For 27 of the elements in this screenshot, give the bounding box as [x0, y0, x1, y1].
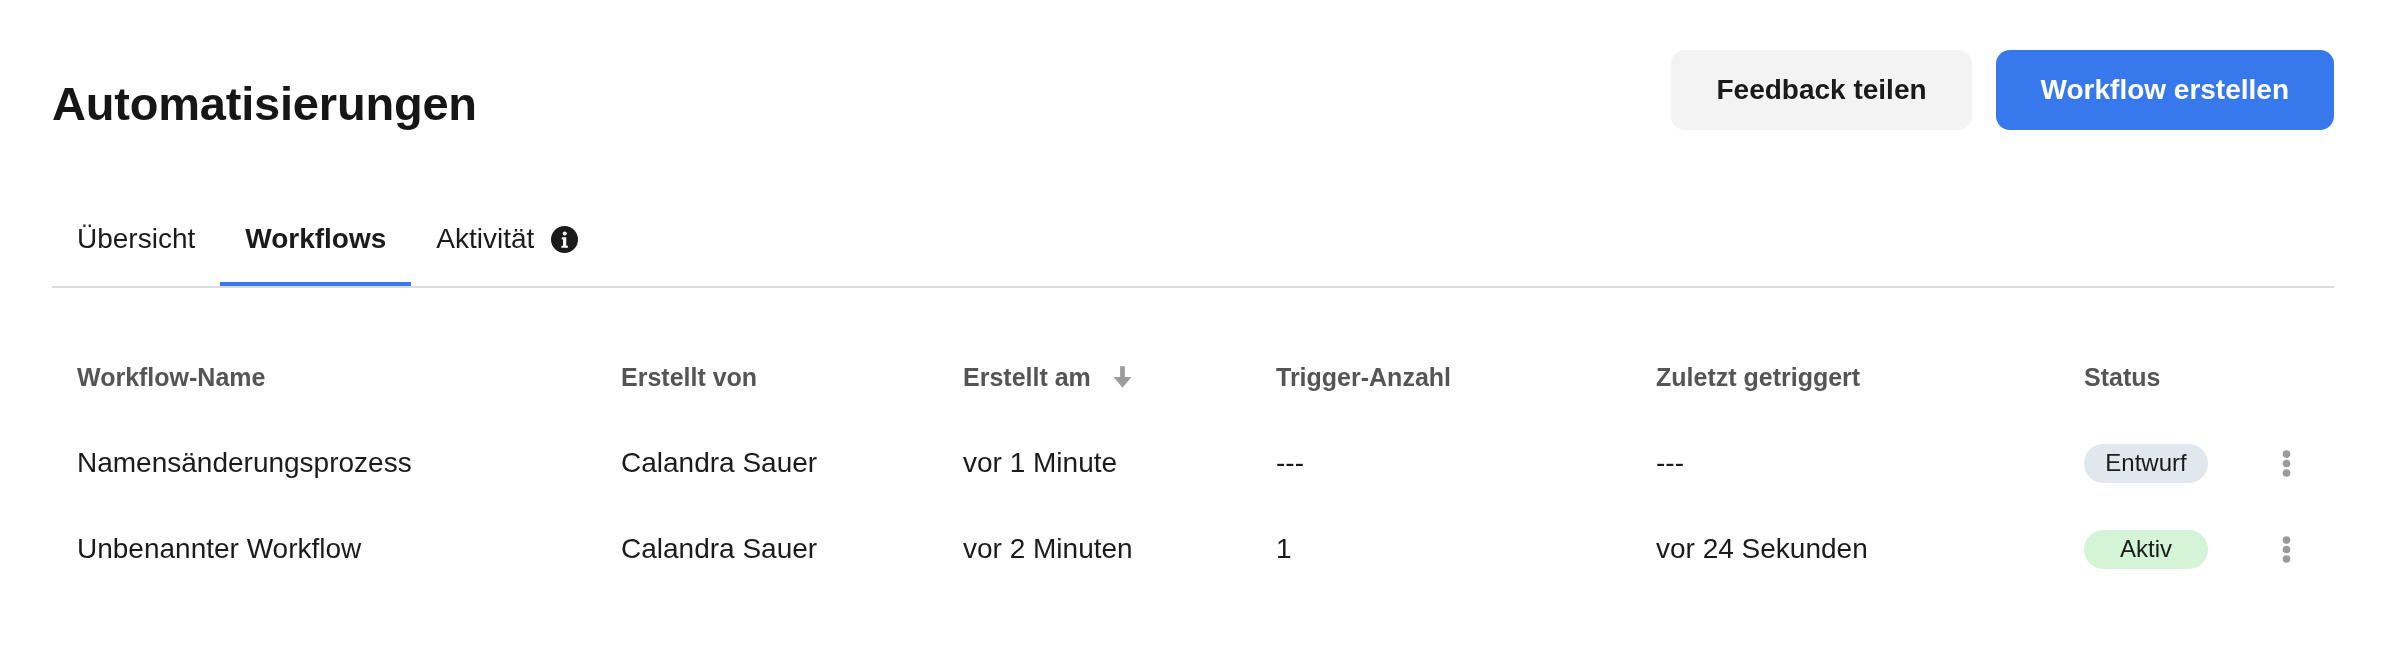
more-options-icon[interactable] [2282, 535, 2291, 563]
table-cell: vor 2 Minuten [963, 533, 1133, 565]
tab[interactable]: Übersicht [52, 206, 221, 287]
more-options-icon[interactable] [2282, 449, 2291, 477]
action-button[interactable]: Workflow erstellen [1995, 50, 2334, 130]
tab[interactable]: Aktivität [411, 206, 604, 287]
action-button[interactable]: Feedback teilen [1671, 50, 1972, 130]
status-badge: Entwurf [2084, 443, 2208, 483]
table-cell: 1 [1276, 533, 1292, 565]
table-cell: Calandra Sauer [621, 447, 818, 479]
table-cell: --- [1276, 447, 1304, 479]
page-title: Automatisierungen [52, 76, 477, 132]
sort-down-arrow-icon[interactable] [1112, 366, 1132, 389]
column-header: Erstellt am [963, 362, 1091, 392]
table-cell: Unbenannter Workflow [77, 533, 362, 565]
column-header: Zuletzt getriggert [1656, 362, 1861, 392]
column-header: Erstellt von [621, 362, 758, 392]
column-header: Status [2084, 362, 2161, 392]
tab[interactable]: Workflows [220, 206, 412, 287]
table-cell: vor 24 Sekunden [1656, 533, 1868, 565]
table-cell: Namensänderungsprozess [77, 447, 412, 479]
table-cell: vor 1 Minute [963, 447, 1118, 479]
status-badge: Aktiv [2084, 529, 2208, 569]
table-cell: --- [1656, 447, 1684, 479]
column-header: Workflow-Name [77, 362, 266, 392]
column-header: Trigger-Anzahl [1276, 362, 1451, 392]
table-cell: Calandra Sauer [621, 533, 818, 565]
